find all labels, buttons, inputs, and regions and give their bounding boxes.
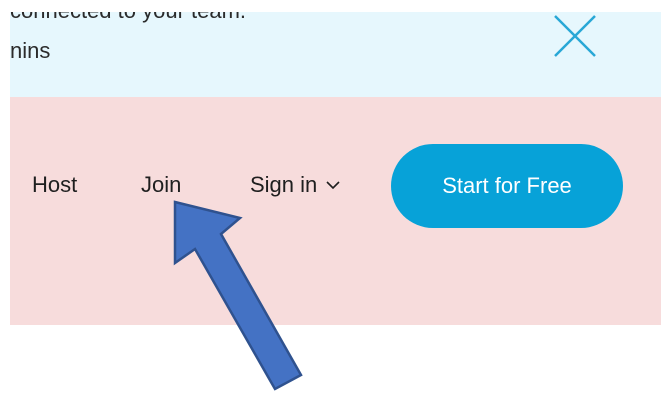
chevron-down-icon [326,181,340,190]
top-navigation-bar: Host Join Sign in Start for Free [10,97,661,325]
banner-text-line2: nins [10,38,51,63]
nav-host-link[interactable]: Host [32,172,77,198]
start-for-free-button[interactable]: Start for Free [391,144,623,228]
annotation-arrow-icon [173,200,303,391]
banner-text-line1: connected to your team. [10,12,246,24]
notification-banner: connected to your team. nins [10,12,661,97]
close-icon [554,15,596,57]
banner-close-button[interactable] [551,14,599,58]
